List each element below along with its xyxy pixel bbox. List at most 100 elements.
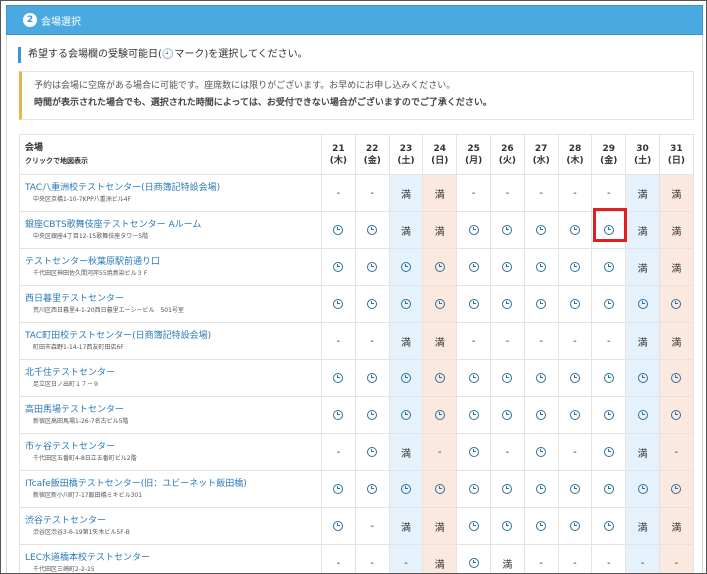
available-slot-cell[interactable]	[388, 359, 424, 397]
available-slot-cell[interactable]	[321, 470, 356, 508]
available-slot-cell[interactable]	[658, 470, 694, 508]
available-slot-cell[interactable]	[456, 211, 491, 249]
venue-name-link[interactable]: 渋谷テストセンター	[25, 515, 321, 528]
clock-icon[interactable]	[367, 372, 378, 383]
clock-icon[interactable]	[637, 298, 648, 309]
clock-icon[interactable]	[603, 261, 614, 272]
clock-icon[interactable]	[603, 520, 614, 531]
available-slot-cell[interactable]	[354, 433, 390, 471]
clock-icon[interactable]	[569, 520, 580, 531]
available-slot-cell[interactable]	[422, 470, 458, 508]
available-slot-cell[interactable]	[456, 507, 491, 545]
clock-icon[interactable]	[434, 409, 445, 420]
available-slot-cell[interactable]	[591, 470, 627, 508]
clock-icon[interactable]	[536, 261, 547, 272]
available-slot-cell[interactable]	[557, 248, 593, 286]
available-slot-cell[interactable]	[321, 211, 356, 249]
clock-icon[interactable]	[569, 409, 580, 420]
available-slot-cell[interactable]	[489, 396, 525, 434]
clock-icon[interactable]	[671, 372, 682, 383]
clock-icon[interactable]	[367, 224, 378, 235]
available-slot-cell[interactable]	[422, 359, 458, 397]
clock-icon[interactable]	[637, 372, 648, 383]
clock-icon[interactable]	[603, 446, 614, 457]
clock-icon[interactable]	[367, 446, 378, 457]
clock-icon[interactable]	[637, 409, 648, 420]
available-slot-cell[interactable]	[557, 396, 593, 434]
clock-icon[interactable]	[603, 298, 614, 309]
clock-icon[interactable]	[536, 483, 547, 494]
available-slot-cell[interactable]	[591, 285, 627, 323]
venue-name-link[interactable]: 西日暮里テストセンター	[25, 293, 321, 306]
clock-icon[interactable]	[333, 520, 344, 531]
clock-icon[interactable]	[333, 409, 344, 420]
available-slot-cell[interactable]	[557, 211, 593, 249]
available-slot-cell[interactable]	[489, 507, 525, 545]
clock-icon[interactable]	[367, 409, 378, 420]
available-slot-cell[interactable]	[354, 470, 390, 508]
clock-icon[interactable]	[603, 372, 614, 383]
available-slot-cell[interactable]	[523, 211, 559, 249]
clock-icon[interactable]	[569, 483, 580, 494]
available-slot-cell[interactable]	[422, 285, 458, 323]
clock-icon[interactable]	[400, 261, 411, 272]
clock-icon[interactable]	[367, 483, 378, 494]
clock-icon[interactable]	[502, 520, 513, 531]
clock-icon[interactable]	[536, 298, 547, 309]
clock-icon[interactable]	[468, 409, 479, 420]
available-slot-cell[interactable]	[456, 470, 491, 508]
available-slot-cell[interactable]	[354, 359, 390, 397]
available-slot-cell[interactable]	[557, 359, 593, 397]
available-slot-cell[interactable]	[523, 507, 559, 545]
available-slot-cell[interactable]	[523, 433, 559, 471]
clock-icon[interactable]	[434, 298, 445, 309]
available-slot-cell[interactable]	[658, 359, 694, 397]
clock-icon[interactable]	[468, 483, 479, 494]
clock-icon[interactable]	[603, 224, 614, 235]
available-slot-cell[interactable]	[422, 248, 458, 286]
available-slot-cell[interactable]	[557, 470, 593, 508]
clock-icon[interactable]	[536, 520, 547, 531]
available-slot-cell[interactable]	[557, 507, 593, 545]
clock-icon[interactable]	[434, 261, 445, 272]
clock-icon[interactable]	[569, 224, 580, 235]
clock-icon[interactable]	[569, 298, 580, 309]
clock-icon[interactable]	[569, 261, 580, 272]
clock-icon[interactable]	[468, 446, 479, 457]
clock-icon[interactable]	[502, 483, 513, 494]
available-slot-cell[interactable]	[625, 285, 660, 323]
clock-icon[interactable]	[536, 409, 547, 420]
available-slot-cell[interactable]	[321, 248, 356, 286]
clock-icon[interactable]	[502, 409, 513, 420]
clock-icon[interactable]	[333, 298, 344, 309]
clock-icon[interactable]	[434, 372, 445, 383]
available-slot-cell[interactable]	[591, 396, 627, 434]
available-slot-cell[interactable]	[523, 470, 559, 508]
clock-icon[interactable]	[333, 372, 344, 383]
clock-icon[interactable]	[400, 372, 411, 383]
venue-name-link[interactable]: TAC八重洲校テストセンター(日商簿記特設会場)	[25, 182, 321, 195]
available-slot-cell[interactable]	[591, 248, 627, 286]
clock-icon[interactable]	[367, 298, 378, 309]
clock-icon[interactable]	[671, 483, 682, 494]
available-slot-cell[interactable]	[321, 359, 356, 397]
available-slot-cell[interactable]	[591, 433, 627, 471]
venue-name-link[interactable]: LEC水道橋本校テストセンター	[25, 552, 321, 565]
venue-name-link[interactable]: TAC町田校テストセンター(日商簿記特設会場)	[25, 330, 321, 343]
clock-icon[interactable]	[468, 224, 479, 235]
available-slot-cell[interactable]	[591, 359, 627, 397]
available-slot-cell[interactable]	[523, 285, 559, 323]
clock-icon[interactable]	[637, 483, 648, 494]
available-slot-cell[interactable]	[523, 396, 559, 434]
clock-icon[interactable]	[603, 409, 614, 420]
available-slot-cell[interactable]	[321, 396, 356, 434]
available-slot-cell[interactable]	[523, 248, 559, 286]
available-slot-cell[interactable]	[388, 470, 424, 508]
available-slot-cell[interactable]	[456, 285, 491, 323]
available-slot-cell[interactable]	[354, 396, 390, 434]
clock-icon[interactable]	[569, 372, 580, 383]
venue-name-link[interactable]: ITcafe飯田橋テストセンター(旧：ユビーネット飯田橋)	[25, 478, 321, 491]
available-slot-cell[interactable]	[388, 396, 424, 434]
clock-icon[interactable]	[603, 483, 614, 494]
clock-icon[interactable]	[502, 298, 513, 309]
